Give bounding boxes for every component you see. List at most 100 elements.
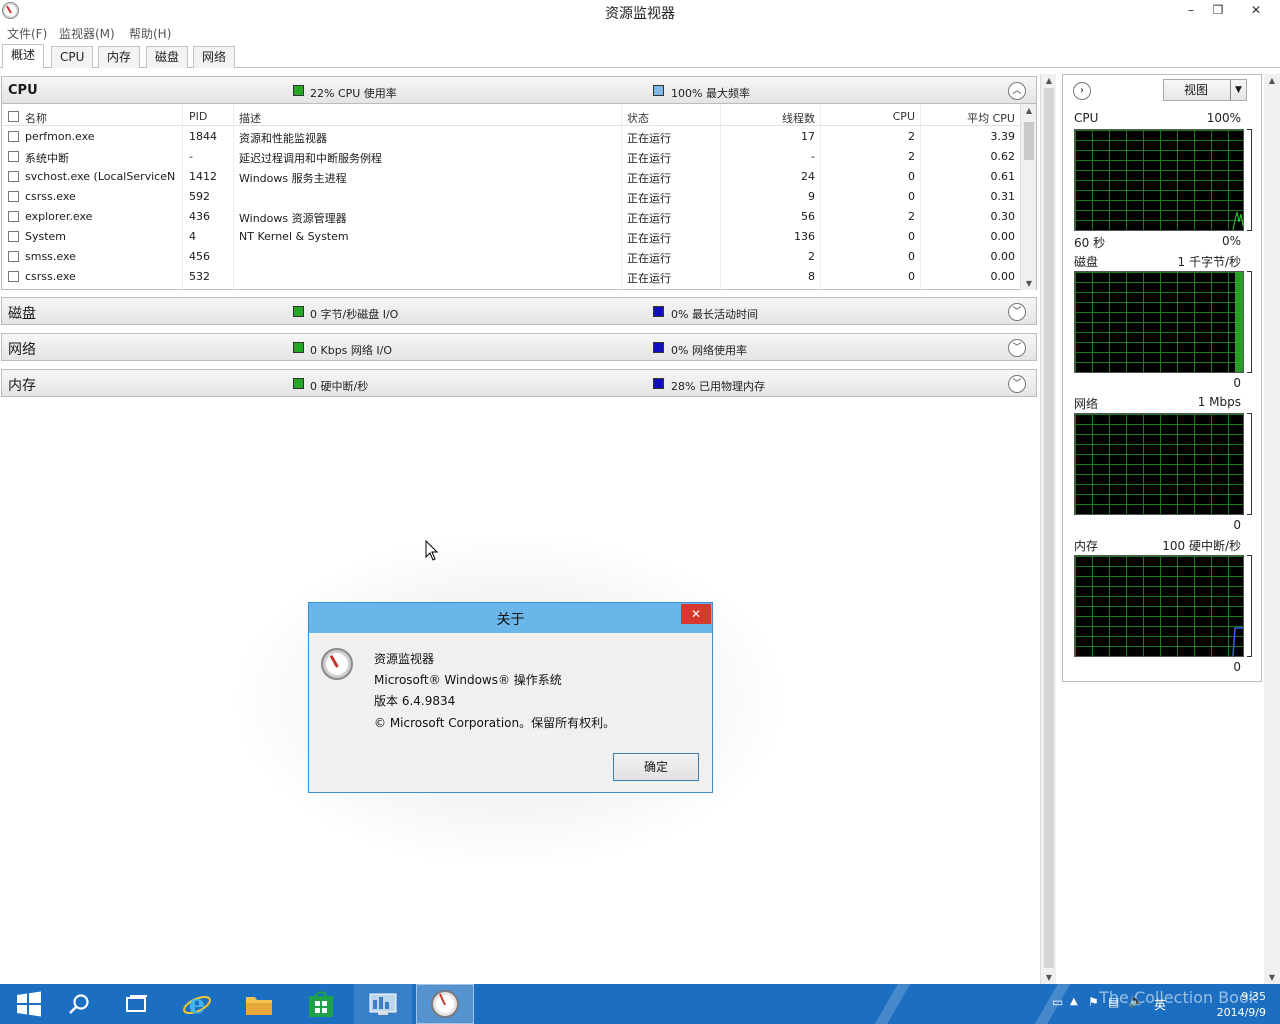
flag-icon[interactable]: ⚑ (1088, 995, 1099, 1009)
restore-button[interactable]: ❐ (1204, 0, 1232, 20)
column-header-cpu[interactable]: CPU (822, 110, 915, 123)
expand-icon[interactable]: ﹀ (1008, 303, 1026, 321)
dialog-os-name: Microsoft® Windows® 操作系统 (374, 673, 562, 687)
menu-monitor[interactable]: 监视器(M) (59, 25, 115, 42)
tab-disk[interactable]: 磁盘 (146, 46, 189, 68)
taskbar: e The Collection Book ▭ ▲ ⚑ ▤ 🔈 英 9:35 2… (0, 984, 1280, 1024)
control-panel-button[interactable] (354, 984, 412, 1024)
row-checkbox[interactable] (8, 131, 19, 142)
cpu-graph-min: 0% (1221, 234, 1241, 248)
collapse-icon[interactable]: ︿ (1008, 82, 1026, 100)
task-view-button[interactable] (108, 984, 166, 1024)
folder-icon (246, 997, 272, 1015)
table-row[interactable]: perfmon.exe 1844 资源和性能监视器 正在运行 17 2 3.39 (2, 126, 1022, 146)
ok-button[interactable]: 确定 (613, 753, 699, 781)
menu-help[interactable]: 帮助(H) (129, 25, 171, 42)
network-graph-max: 1 Mbps (1197, 395, 1241, 409)
show-hidden-icons-icon[interactable]: ▲ (1070, 996, 1078, 1007)
cpu-graph (1074, 129, 1244, 231)
row-checkbox[interactable] (8, 271, 19, 282)
action-center-icon[interactable]: ▭ (1052, 995, 1063, 1009)
disk-section-header[interactable]: 磁盘 0 字节/秒磁盘 I/O 0% 最长活动时间 ﹀ (1, 297, 1037, 325)
dialog-close-button[interactable]: ✕ (681, 604, 711, 624)
process-cpu: 0 (908, 230, 915, 243)
process-name: csrss.exe (25, 190, 76, 203)
clock-date[interactable]: 2014/9/9 (1206, 1006, 1266, 1020)
volume-icon[interactable]: 🔈 (1128, 994, 1144, 1009)
process-threads: 24 (801, 170, 815, 183)
column-header-description[interactable]: 描述 (239, 110, 609, 126)
memory-section-header[interactable]: 内存 0 硬中断/秒 28% 已用物理内存 ﹀ (1, 369, 1037, 397)
table-row[interactable]: csrss.exe 532 正在运行 8 0 0.00 (2, 266, 1022, 286)
tab-cpu[interactable]: CPU (51, 46, 94, 68)
memory-graph-max: 100 硬中断/秒 (1162, 539, 1241, 553)
column-header-name[interactable]: 名称 (25, 110, 175, 126)
process-name: csrss.exe (25, 270, 76, 283)
chevron-down-icon[interactable]: ▼ (1230, 80, 1246, 100)
table-row[interactable]: smss.exe 456 正在运行 2 0 0.00 (2, 246, 1022, 266)
left-pane-scrollbar[interactable]: ▲ ▼ (1040, 74, 1056, 984)
expand-icon[interactable]: ﹀ (1008, 375, 1026, 393)
table-row[interactable]: explorer.exe 436 Windows 资源管理器 正在运行 56 2 0.30 (2, 206, 1022, 226)
view-button[interactable]: 视图 ▼ (1163, 79, 1247, 101)
table-row[interactable]: System 4 NT Kernel & System 正在运行 136 0 0.00 (2, 226, 1022, 246)
tab-overview[interactable]: 概述 (2, 44, 45, 68)
table-row[interactable]: csrss.exe 592 正在运行 9 0 0.31 (2, 186, 1022, 206)
column-header-pid[interactable]: PID (189, 110, 229, 123)
expand-icon[interactable]: ﹀ (1008, 339, 1026, 357)
process-pid: 456 (189, 250, 210, 263)
disk-io-stat: 0 字节/秒磁盘 I/O (310, 308, 399, 321)
network-icon[interactable]: ▤ (1108, 995, 1119, 1009)
row-checkbox[interactable] (8, 231, 19, 242)
column-header-avg-cpu[interactable]: 平均 CPU (922, 110, 1015, 126)
process-name: perfmon.exe (25, 130, 95, 143)
window-scrollbar[interactable]: ▲ ▼ (1264, 74, 1280, 984)
process-threads: 2 (808, 250, 815, 263)
process-avg-cpu: 0.00 (990, 270, 1016, 283)
internet-explorer-button[interactable]: e (168, 984, 226, 1024)
process-name: System (25, 230, 67, 243)
disk-graph-title: 磁盘 (1074, 255, 1099, 269)
clock-time[interactable]: 9:35 (1206, 990, 1266, 1004)
memory-used-stat: 28% 已用物理内存 (671, 380, 765, 393)
network-usage-swatch (653, 342, 664, 353)
process-name: svchost.exe (LocalServiceN... (25, 170, 175, 183)
tab-memory[interactable]: 内存 (98, 46, 141, 68)
row-checkbox[interactable] (8, 211, 19, 222)
chevron-right-icon[interactable]: › (1073, 82, 1091, 100)
row-checkbox[interactable] (8, 251, 19, 262)
column-header-status[interactable]: 状态 (627, 110, 707, 126)
input-method-indicator[interactable]: 英 (1154, 996, 1166, 1013)
network-usage-stat: 0% 网络使用率 (671, 344, 747, 357)
row-checkbox[interactable] (8, 191, 19, 202)
table-scrollbar[interactable]: ▲ ▼ (1020, 104, 1036, 290)
dialog-title-bar[interactable]: 关于 ✕ (309, 603, 712, 633)
network-section-header[interactable]: 网络 0 Kbps 网络 I/O 0% 网络使用率 ﹀ (1, 333, 1037, 361)
table-row[interactable]: svchost.exe (LocalServiceN... 1412 Windows… (2, 166, 1022, 186)
cpu-graph-timespan: 60 秒 (1074, 236, 1106, 250)
column-header-threads[interactable]: 线程数 (722, 110, 815, 126)
cpu-section-header[interactable]: CPU 22% CPU 使用率 100% 最大频率 ︿ (1, 76, 1037, 104)
process-status: 正在运行 (627, 192, 671, 205)
process-description: 延迟过程调用和中断服务例程 (239, 152, 382, 165)
table-row[interactable]: 系统中断 - 延迟过程调用和中断服务例程 正在运行 - 2 0.62 (2, 146, 1022, 166)
resource-monitor-task-button[interactable] (416, 984, 474, 1024)
menu-file[interactable]: 文件(F) (7, 25, 47, 42)
network-io-stat: 0 Kbps 网络 I/O (310, 344, 393, 357)
disk-graph (1074, 271, 1244, 373)
select-all-checkbox[interactable] (8, 111, 19, 122)
cpu-graph-title: CPU (1074, 111, 1099, 125)
dialog-body: 资源监视器 Microsoft® Windows® 操作系统 版本 6.4.98… (309, 633, 712, 792)
store-button[interactable] (292, 984, 350, 1024)
close-button[interactable]: ✕ (1233, 0, 1279, 20)
row-checkbox[interactable] (8, 171, 19, 182)
search-button[interactable] (50, 984, 108, 1024)
tab-network[interactable]: 网络 (193, 46, 236, 68)
hard-fault-swatch (293, 378, 304, 389)
minimize-button[interactable]: – (1177, 0, 1205, 20)
dialog-product-name: 资源监视器 (374, 652, 435, 666)
task-view-icon (126, 995, 147, 1012)
row-checkbox[interactable] (8, 151, 19, 162)
process-name: smss.exe (25, 250, 76, 263)
file-explorer-button[interactable] (230, 984, 288, 1024)
